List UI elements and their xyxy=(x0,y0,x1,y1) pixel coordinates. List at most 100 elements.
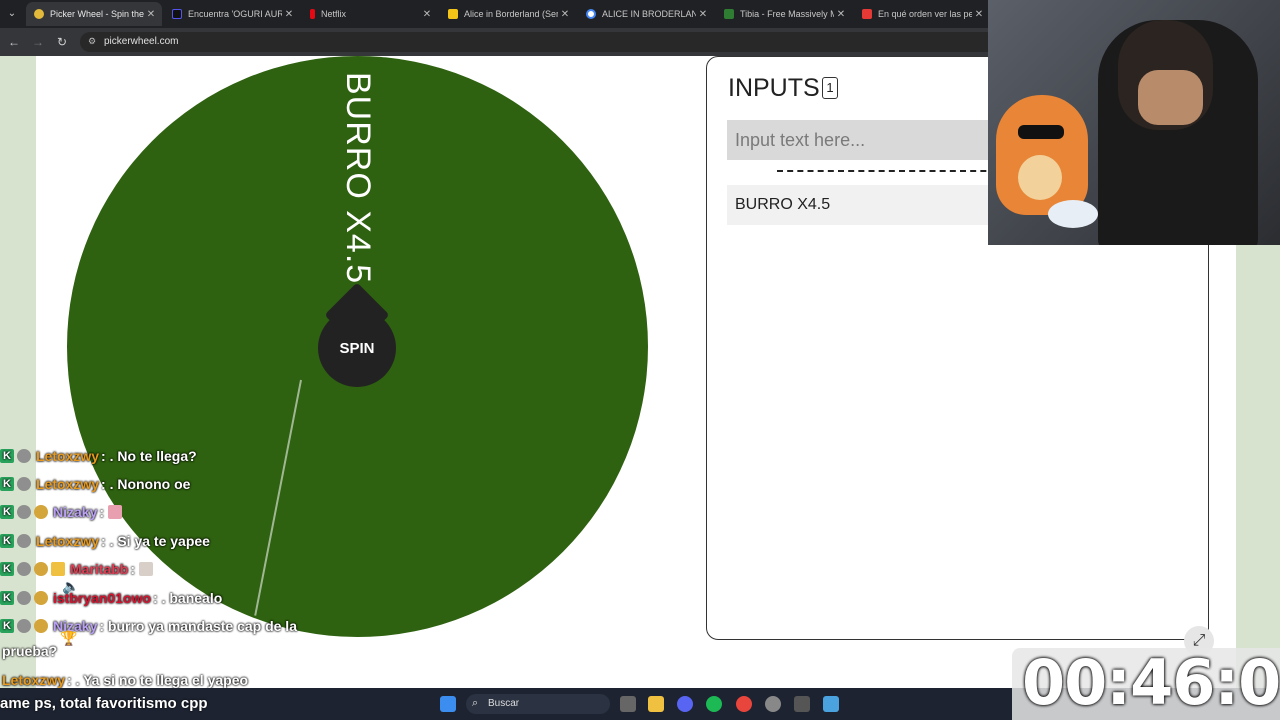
spotify-icon[interactable] xyxy=(706,696,722,712)
chat-message: K Nizaky : xyxy=(0,500,125,524)
stream-timer: 00:46:01 xyxy=(1022,646,1280,719)
chat-text: : burro ya mandaste cap de la xyxy=(99,618,297,634)
tab-tiktok[interactable]: Encuentra 'OGURI AURA' ✕ xyxy=(164,2,300,26)
tiktok-icon xyxy=(172,9,182,19)
url-text: pickerwheel.com xyxy=(104,36,179,47)
chat-username[interactable]: Nizaky xyxy=(53,504,97,520)
tab-alice-imdb[interactable]: Alice in Borderland (Serie ✕ xyxy=(440,2,576,26)
kick-badge-icon: K xyxy=(0,619,14,633)
kick-badge-icon: K xyxy=(0,562,14,576)
mod-badge-icon xyxy=(17,505,31,519)
tibia-icon xyxy=(724,9,734,19)
mod-badge-icon xyxy=(17,477,31,491)
back-icon[interactable]: ← xyxy=(6,34,22,50)
url-field[interactable] xyxy=(80,32,1000,52)
input-entry[interactable]: BURRO X4.5 xyxy=(727,185,1027,225)
chat-username[interactable]: Maritabb xyxy=(70,561,128,577)
discord-icon[interactable] xyxy=(677,696,693,712)
close-tab-icon[interactable]: ✕ xyxy=(144,9,158,20)
tab-picker-wheel[interactable]: Picker Wheel - Spin the W ✕ xyxy=(26,2,162,26)
tab-title: En qué orden ver las pelíc xyxy=(878,9,972,19)
reload-icon[interactable]: ↻ xyxy=(54,34,70,50)
inputs-count-badge: 1 xyxy=(822,77,838,99)
chat-text: : . Nonono oe xyxy=(101,476,191,492)
inputs-title: INPUTS xyxy=(728,74,820,102)
kick-badge-icon: K xyxy=(0,477,14,491)
close-tab-icon[interactable]: ✕ xyxy=(972,9,986,20)
forward-icon[interactable]: → xyxy=(30,34,46,50)
site-info-icon[interactable]: ⚙ xyxy=(88,36,96,47)
tab-tibia[interactable]: Tibia - Free Massively Mu ✕ xyxy=(716,2,852,26)
chat-message: K Letoxzwy : . Si ya te yapee xyxy=(0,529,210,553)
site-g-icon xyxy=(862,9,872,19)
kick-badge-icon: K xyxy=(0,505,14,519)
close-tab-icon[interactable]: ✕ xyxy=(834,9,848,20)
chat-message-continued: prueba? xyxy=(0,639,57,663)
mouse-device xyxy=(1048,200,1098,228)
mod-badge-icon xyxy=(17,562,31,576)
chat-username[interactable]: Letoxzwy xyxy=(36,448,99,464)
streamer-face xyxy=(1138,70,1203,125)
app-icon[interactable] xyxy=(765,696,781,712)
tab-orden-peliculas[interactable]: En qué orden ver las pelíc ✕ xyxy=(854,2,990,26)
chat-username[interactable]: Letoxzwy xyxy=(2,672,65,688)
google-icon xyxy=(586,9,596,19)
kick-badge-icon: K xyxy=(0,449,14,463)
tab-title: ALICE IN BRODERLAND 4 xyxy=(602,9,696,19)
chat-text: : xyxy=(99,504,105,520)
close-tab-icon[interactable]: ✕ xyxy=(558,9,572,20)
crown-badge-icon xyxy=(51,562,65,576)
sub-badge-icon xyxy=(34,591,48,605)
close-tab-icon[interactable]: ✕ xyxy=(420,9,434,20)
close-tab-icon[interactable]: ✕ xyxy=(282,9,296,20)
webcam-overlay xyxy=(988,0,1280,245)
tab-alice-google[interactable]: ALICE IN BRODERLAND 4 ✕ xyxy=(578,2,714,26)
chat-text: : xyxy=(130,561,136,577)
screen: ⌄ Picker Wheel - Spin the W ✕ Encuentra … xyxy=(0,0,1280,720)
chat-username[interactable]: Letoxzwy xyxy=(36,476,99,492)
mod-badge-icon xyxy=(17,619,31,633)
close-tab-icon[interactable]: ✕ xyxy=(696,9,710,20)
search-icon: ⌕ xyxy=(472,697,479,709)
tab-title: Netflix xyxy=(321,9,347,19)
spin-button[interactable]: SPIN xyxy=(318,309,396,387)
imdb-icon xyxy=(448,9,458,19)
stream-ticker: ame ps, total favoritismo cpp xyxy=(0,695,208,712)
tab-title: Tibia - Free Massively Mu xyxy=(740,9,834,19)
trophy-icon[interactable]: 🏆 xyxy=(60,630,77,647)
sub-badge-icon xyxy=(34,619,48,633)
mod-badge-icon xyxy=(17,449,31,463)
sub-badge-icon xyxy=(34,562,48,576)
notepad-icon[interactable] xyxy=(823,696,839,712)
chat-message: K Nizaky : burro ya mandaste cap de la xyxy=(0,614,297,638)
picker-wheel-icon xyxy=(34,9,44,19)
file-explorer-icon[interactable] xyxy=(648,696,664,712)
chrome-icon[interactable] xyxy=(736,696,752,712)
input-text-field[interactable] xyxy=(727,120,1027,160)
plush-belly xyxy=(1018,155,1062,200)
sub-badge-icon xyxy=(34,505,48,519)
chat-text: prueba? xyxy=(2,643,58,659)
chat-text: : . Ya si no te llega el yapeo xyxy=(67,672,249,688)
chat-message: K Letoxzwy : . No te llega? xyxy=(0,444,197,468)
tab-search-icon[interactable]: ⌄ xyxy=(4,6,20,22)
chat-message: K istbryan01owo : . banealo xyxy=(0,586,222,610)
mod-badge-icon xyxy=(17,591,31,605)
tab-title: Picker Wheel - Spin the W xyxy=(50,9,144,19)
tab-title: Alice in Borderland (Serie xyxy=(464,9,558,19)
chat-text: : . No te llega? xyxy=(101,448,197,464)
netflix-icon xyxy=(310,9,315,19)
kick-badge-icon: K xyxy=(0,534,14,548)
windows-start-icon[interactable] xyxy=(440,696,456,712)
emote-icon xyxy=(139,562,154,576)
task-view-icon[interactable] xyxy=(620,696,636,712)
chat-username[interactable]: Letoxzwy xyxy=(36,533,99,549)
plush-sunglasses xyxy=(1018,125,1064,139)
chat-message: K Letoxzwy : . Nonono oe xyxy=(0,472,190,496)
tab-netflix[interactable]: Netflix ✕ xyxy=(302,2,438,26)
kick-badge-icon: K xyxy=(0,591,14,605)
taskbar-search[interactable]: Buscar xyxy=(466,694,610,714)
calculator-icon[interactable] xyxy=(794,696,810,712)
chat-text: : . Si ya te yapee xyxy=(101,533,210,549)
speaker-icon[interactable]: 🔈 xyxy=(62,578,79,595)
